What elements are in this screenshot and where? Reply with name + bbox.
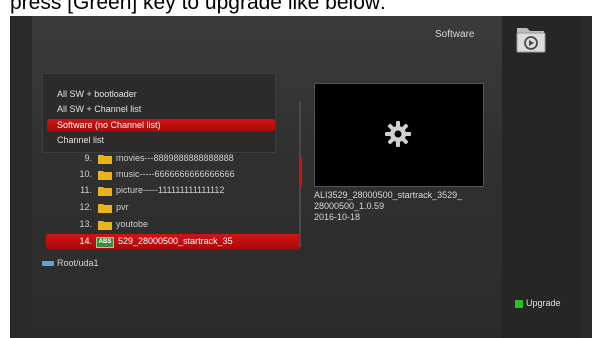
list-item[interactable]: 9. movies---8889888888888888 [46,151,276,166]
menu-item-software-no-channel-list[interactable]: Software (no Channel list) [47,119,275,132]
instruction-caption: press [Green] key to upgrade like below: [10,0,386,14]
scrollbar-thumb[interactable] [299,157,302,187]
list-item[interactable]: 12. pvr [46,200,276,215]
info-date: 2016-10-18 [314,212,361,222]
folder-icon [98,221,112,230]
upgrade-label: Upgrade [526,298,561,308]
file-info: ALI3529_28000500_startrack_3529_ 2800050… [314,190,462,223]
list-item-selected[interactable]: 14. ABS 529_28000500_startrack_35 [46,234,300,249]
folder-icon [98,204,112,213]
folder-icon [98,171,112,180]
folder-icon [98,187,112,196]
gear-icon [385,121,411,147]
menu-item-all-sw-bootloader[interactable]: All SW + bootloader [47,88,275,101]
media-folder-icon [514,22,548,56]
menu-item-all-sw-channel-list[interactable]: All SW + Channel list [47,103,275,116]
right-strip [502,16,582,338]
list-item[interactable]: 10. music-----6666666666666666 [46,167,276,182]
list-item[interactable]: 11. picture-----111111111111112 [46,183,276,198]
upgrade-options-menu: All SW + bootloader All SW + Channel lis… [42,73,276,153]
path-label: Root/uda1 [57,258,99,268]
info-filename-line1: ALI3529_28000500_startrack_3529_ [314,190,463,200]
current-path: Root/uda1 [42,258,99,268]
upgrade-hint[interactable]: Upgrade [515,298,561,308]
preview-pane [314,83,484,187]
usb-drive-icon [42,261,54,267]
info-filename-line2: 28000500_1.0.59 [314,201,385,211]
green-key-icon [515,299,523,308]
folder-icon [98,155,112,164]
page-title: Software [435,29,475,40]
abs-file-icon: ABS [96,237,114,248]
menu-item-channel-list[interactable]: Channel list [47,134,275,147]
list-item[interactable]: 13. youtobe [46,217,276,232]
